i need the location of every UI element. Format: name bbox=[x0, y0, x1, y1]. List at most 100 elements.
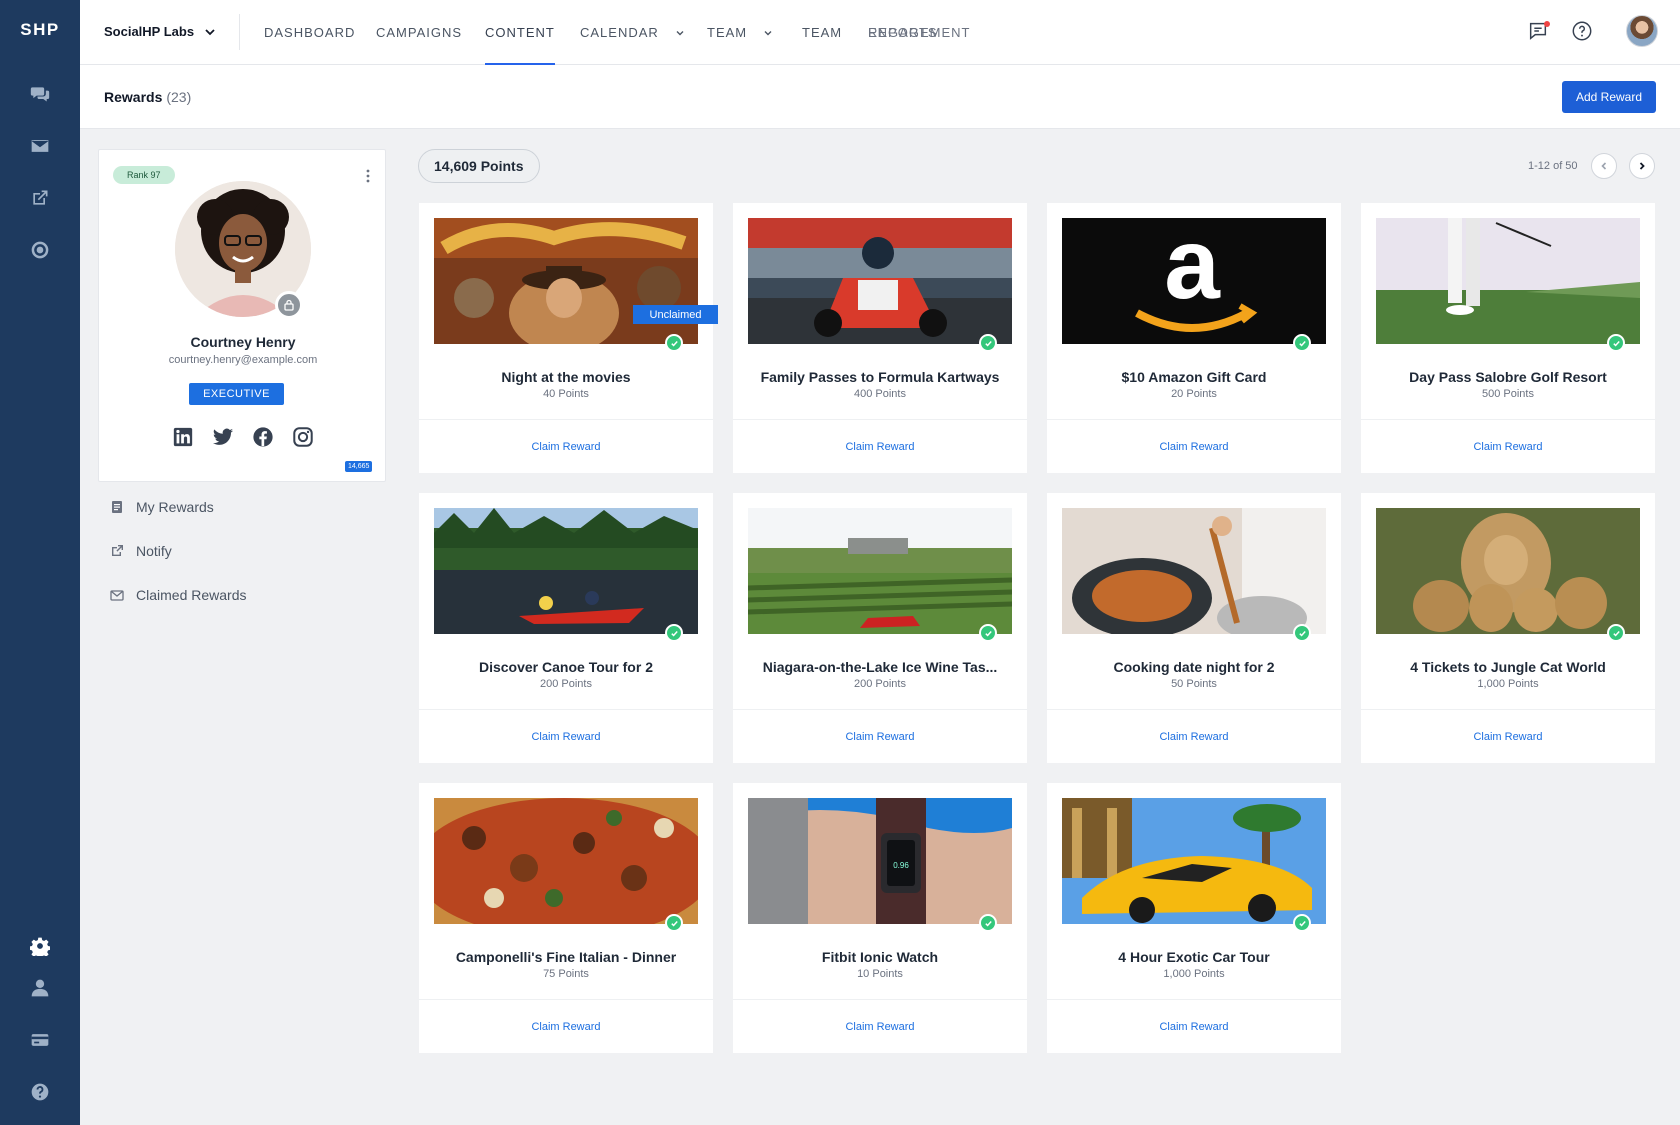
org-name: SocialHP Labs bbox=[104, 24, 195, 39]
reward-image bbox=[748, 218, 1012, 344]
claim-reward-link[interactable]: Claim Reward bbox=[733, 1021, 1027, 1033]
message-notification-icon[interactable] bbox=[1527, 20, 1551, 44]
reward-points: 50 Points bbox=[1171, 678, 1217, 690]
sidebar-item-label: Claimed Rewards bbox=[136, 587, 247, 603]
claim-reward-link[interactable]: Claim Reward bbox=[419, 731, 713, 743]
claim-reward-link[interactable]: Claim Reward bbox=[733, 731, 1027, 743]
user-avatar[interactable] bbox=[1626, 15, 1658, 47]
org-switcher[interactable]: SocialHP Labs bbox=[104, 24, 216, 39]
divider bbox=[1361, 419, 1655, 420]
mail-icon[interactable] bbox=[26, 132, 54, 160]
reward-points: 20 Points bbox=[1171, 388, 1217, 400]
sidebar-item-claimed-rewards[interactable]: Claimed Rewards bbox=[110, 580, 390, 610]
check-circle-icon bbox=[1607, 334, 1625, 352]
reward-points: 75 Points bbox=[543, 968, 589, 980]
divider bbox=[733, 999, 1027, 1000]
nav-dashboard[interactable]: DASHBOARD bbox=[264, 0, 355, 65]
profile-name: Courtney Henry bbox=[190, 334, 296, 350]
claim-reward-link[interactable]: Claim Reward bbox=[1361, 441, 1655, 453]
reward-image bbox=[434, 508, 698, 634]
more-options-icon[interactable] bbox=[365, 168, 371, 184]
reward-image bbox=[434, 218, 698, 344]
svg-text:0.96: 0.96 bbox=[893, 861, 909, 870]
twitter-icon[interactable] bbox=[212, 426, 234, 448]
external-edit-icon[interactable] bbox=[26, 184, 54, 212]
pagination-range: 1-12 of 50 bbox=[1528, 160, 1578, 172]
claim-reward-link[interactable]: Claim Reward bbox=[419, 1021, 713, 1033]
reward-card: Day Pass Salobre Golf Resort 500 Points … bbox=[1361, 203, 1655, 473]
instagram-icon[interactable] bbox=[292, 426, 314, 448]
nav-engagement[interactable]: ENGAGEMENT bbox=[868, 0, 970, 65]
divider bbox=[1047, 419, 1341, 420]
credit-card-icon[interactable] bbox=[26, 1026, 54, 1054]
reward-points: 500 Points bbox=[1482, 388, 1534, 400]
reward-points: 1,000 Points bbox=[1477, 678, 1539, 690]
external-link-icon bbox=[112, 545, 123, 556]
page-title: Rewards (23) bbox=[104, 89, 191, 105]
nav-calendar-label: CALENDAR bbox=[580, 25, 659, 40]
claim-reward-link[interactable]: Claim Reward bbox=[733, 441, 1027, 453]
sidebar-item-label: Notify bbox=[136, 543, 172, 559]
claim-reward-link[interactable]: Claim Reward bbox=[1047, 441, 1341, 453]
claim-reward-link[interactable]: Claim Reward bbox=[1047, 731, 1341, 743]
reward-title: Discover Canoe Tour for 2 bbox=[478, 659, 653, 675]
reward-card: Cooking date night for 2 50 Points Claim… bbox=[1047, 493, 1341, 763]
sidebar-item-my-rewards[interactable]: My Rewards bbox=[110, 492, 390, 522]
nav-team-2-label: TEAM bbox=[802, 25, 843, 40]
chevron-down-icon bbox=[676, 30, 684, 35]
divider bbox=[419, 709, 713, 710]
profile-card: Rank 97 Courtney Henry courtney.henry@ex… bbox=[98, 149, 386, 482]
sidebar-item-notify[interactable]: Notify bbox=[110, 536, 390, 566]
reward-card: Unclaimed Night at the movies 40 Points … bbox=[419, 203, 718, 473]
check-circle-icon bbox=[665, 334, 683, 352]
page-title-text: Rewards bbox=[104, 89, 163, 105]
nav-content-label: CONTENT bbox=[485, 25, 555, 40]
prev-page-button[interactable] bbox=[1591, 153, 1617, 179]
reward-title: Camponelli's Fine Italian - Dinner bbox=[455, 949, 677, 965]
profile-email: courtney.henry@example.com bbox=[168, 354, 318, 366]
reward-title: 4 Tickets to Jungle Cat World bbox=[1410, 659, 1606, 675]
claim-reward-link[interactable]: Claim Reward bbox=[1047, 1021, 1341, 1033]
nav-calendar[interactable]: CALENDAR bbox=[580, 0, 685, 65]
reward-image bbox=[1062, 798, 1326, 924]
check-circle-icon bbox=[1293, 334, 1311, 352]
chevron-down-icon bbox=[764, 30, 772, 35]
reward-card: Camponelli's Fine Italian - Dinner 75 Po… bbox=[419, 783, 713, 1053]
nav-team-label: TEAM bbox=[707, 25, 748, 40]
user-icon[interactable] bbox=[26, 974, 54, 1002]
check-circle-icon bbox=[979, 334, 997, 352]
help-circle-icon[interactable] bbox=[1571, 20, 1595, 44]
app-logo[interactable]: SHP bbox=[0, 20, 80, 40]
unclaimed-badge: Unclaimed bbox=[633, 305, 718, 324]
nav-team-menu[interactable]: TEAM bbox=[707, 0, 773, 65]
page-header: Rewards (23) Add Reward bbox=[80, 65, 1680, 129]
divider bbox=[1047, 709, 1341, 710]
next-page-button[interactable] bbox=[1629, 153, 1655, 179]
chevron-right-icon bbox=[1639, 162, 1645, 170]
nav-content[interactable]: CONTENT bbox=[485, 0, 555, 65]
nav-campaigns[interactable]: CAMPAIGNS bbox=[376, 0, 462, 65]
reward-card: 4 Hour Exotic Car Tour 1,000 Points Clai… bbox=[1047, 783, 1341, 1053]
role-badge: EXECUTIVE bbox=[189, 383, 284, 405]
reward-points: 1,000 Points bbox=[1163, 968, 1225, 980]
nav-team[interactable]: TEAM bbox=[802, 0, 842, 65]
claim-reward-link[interactable]: Claim Reward bbox=[1361, 731, 1655, 743]
reward-points: 200 Points bbox=[540, 678, 592, 690]
target-icon[interactable] bbox=[26, 236, 54, 264]
reward-points: 10 Points bbox=[857, 968, 903, 980]
divider bbox=[239, 14, 240, 50]
check-circle-icon bbox=[1607, 624, 1625, 642]
reward-title: Cooking date night for 2 bbox=[1113, 659, 1275, 675]
reward-title: 4 Hour Exotic Car Tour bbox=[1118, 949, 1270, 965]
chat-icon[interactable] bbox=[26, 80, 54, 108]
help-icon[interactable] bbox=[26, 1078, 54, 1106]
divider bbox=[419, 419, 713, 420]
add-reward-button[interactable]: Add Reward bbox=[1562, 81, 1656, 113]
lock-icon[interactable] bbox=[275, 291, 303, 319]
facebook-icon[interactable] bbox=[252, 426, 274, 448]
claim-reward-link[interactable]: Claim Reward bbox=[419, 441, 713, 453]
reward-title: Day Pass Salobre Golf Resort bbox=[1409, 369, 1607, 385]
gear-icon[interactable] bbox=[26, 932, 54, 960]
reward-title: $10 Amazon Gift Card bbox=[1121, 369, 1267, 385]
linkedin-icon[interactable] bbox=[172, 426, 194, 448]
